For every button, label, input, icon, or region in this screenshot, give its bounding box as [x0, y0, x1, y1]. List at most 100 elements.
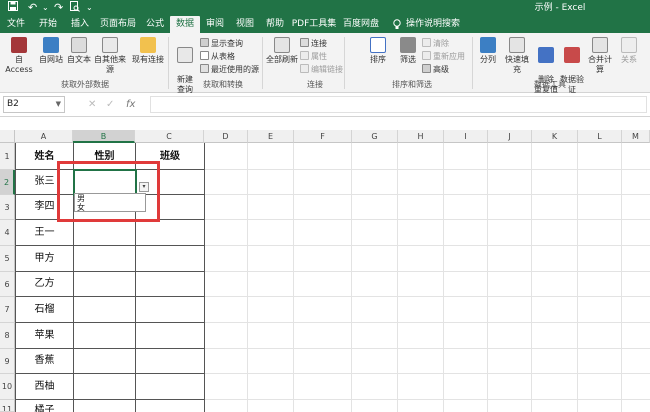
row-header-9[interactable]: 9: [0, 349, 15, 374]
column-header-a[interactable]: A: [15, 130, 73, 143]
refresh-icon: [274, 37, 290, 53]
connections-icon: [300, 38, 309, 47]
row-header-10[interactable]: 10: [0, 374, 15, 400]
tab-pdf-tools[interactable]: PDF工具集: [290, 16, 338, 33]
clear-filter-button: 清除: [422, 38, 449, 49]
flash-fill-icon: [509, 37, 525, 53]
tab-home[interactable]: 开始: [32, 16, 64, 33]
lightbulb-icon[interactable]: [390, 16, 404, 33]
column-header-c[interactable]: C: [135, 130, 204, 143]
tab-page-layout[interactable]: 页面布局: [96, 16, 140, 33]
name-cell[interactable]: 王一: [16, 220, 73, 245]
consolidate-button[interactable]: 合并计算: [585, 37, 615, 75]
select-all-corner[interactable]: [0, 130, 15, 143]
group-label-get-external: 获取外部数据: [61, 80, 109, 89]
text-to-columns-icon: [480, 37, 496, 53]
tab-view[interactable]: 视图: [230, 16, 260, 33]
show-queries-button[interactable]: 显示查询: [200, 38, 243, 49]
relationships-icon: [621, 37, 637, 53]
from-table-button[interactable]: 从表格: [200, 51, 235, 62]
name-box[interactable]: B2 ▼: [3, 96, 65, 113]
filter-button[interactable]: 筛选: [396, 37, 420, 65]
table-icon: [200, 51, 209, 60]
clear-icon: [422, 38, 431, 47]
data-validation-icon: [564, 47, 580, 63]
ribbon-data: 自 Access 自网站 自文本 自其他来源 现有连接 获取外部数据 新建 查询…: [0, 33, 650, 94]
existing-connections-button[interactable]: 现有连接: [132, 37, 164, 65]
tab-help[interactable]: 帮助: [260, 16, 290, 33]
access-icon: [11, 37, 27, 53]
column-header-b[interactable]: B: [73, 130, 135, 143]
from-web-button[interactable]: 自网站: [38, 37, 64, 65]
recent-sources-button[interactable]: 最近使用的源: [200, 64, 259, 75]
connections-button[interactable]: 连接: [300, 38, 327, 49]
tab-formulas[interactable]: 公式: [140, 16, 170, 33]
row-header-5[interactable]: 5: [0, 246, 15, 272]
from-access-button[interactable]: 自 Access: [2, 37, 36, 75]
tab-review[interactable]: 审阅: [200, 16, 230, 33]
from-other-sources-button[interactable]: 自其他来源: [92, 37, 128, 75]
formula-input[interactable]: [150, 96, 647, 113]
insert-function-icon[interactable]: fx: [126, 97, 135, 112]
remove-duplicates-icon: [538, 47, 554, 63]
name-cell[interactable]: 橘子: [16, 400, 73, 412]
advanced-filter-button[interactable]: 高级: [422, 64, 449, 75]
gridline: [487, 143, 488, 412]
edit-links-button: 编辑链接: [300, 64, 343, 75]
row-header-6[interactable]: 6: [0, 272, 15, 297]
column-header-e[interactable]: E: [248, 130, 294, 143]
name-cell[interactable]: 苹果: [16, 323, 73, 348]
row-header-11[interactable]: 11: [0, 400, 15, 412]
row-header-1[interactable]: 1: [0, 143, 15, 170]
row-header-2[interactable]: 2: [0, 170, 15, 195]
ribbon-tabs: 文件 开始 插入 页面布局 公式 数据 审阅 视图 帮助 PDF工具集 百度网盘…: [0, 16, 650, 33]
group-label-sort-filter: 排序和筛选: [392, 80, 432, 89]
row-header-7[interactable]: 7: [0, 297, 15, 323]
name-cell[interactable]: 西柚: [16, 374, 73, 399]
row-header-8[interactable]: 8: [0, 323, 15, 349]
column-header-m[interactable]: M: [622, 130, 650, 143]
group-separator: [472, 37, 473, 89]
new-query-icon: [177, 47, 193, 63]
from-text-button[interactable]: 自文本: [66, 37, 92, 65]
web-icon: [43, 37, 59, 53]
gridline: [293, 143, 294, 412]
worksheet-grid: A B C D E F G H I J K L M 1 2 3 4 5 6 7 …: [0, 130, 650, 412]
name-cell[interactable]: 香蕉: [16, 349, 73, 373]
tab-insert[interactable]: 插入: [64, 16, 96, 33]
tab-baidu-netdisk[interactable]: 百度网盘: [338, 16, 384, 33]
column-header-i[interactable]: I: [444, 130, 488, 143]
gridline: [621, 143, 622, 412]
enter-icon[interactable]: ✓: [106, 97, 114, 112]
column-header-d[interactable]: D: [204, 130, 248, 143]
reapply-icon: [422, 51, 431, 60]
tell-me-search[interactable]: 操作说明搜索: [404, 16, 462, 33]
title-bar: ↶ ⌄ ↷ ⌄ 示例 - Excel: [0, 0, 650, 16]
tab-data[interactable]: 数据: [170, 16, 200, 33]
flash-fill-button[interactable]: 快速填充: [502, 37, 532, 75]
row-header-3[interactable]: 3: [0, 195, 15, 220]
table-border: [204, 143, 205, 412]
name-cell[interactable]: 乙方: [16, 272, 73, 296]
name-cell[interactable]: 甲方: [16, 246, 73, 271]
text-to-columns-button[interactable]: 分列: [476, 37, 500, 65]
other-sources-icon: [102, 37, 118, 53]
cancel-icon[interactable]: ✕: [88, 97, 96, 112]
column-header-g[interactable]: G: [352, 130, 398, 143]
existing-connections-icon: [140, 37, 156, 53]
sort-button[interactable]: 排序: [366, 37, 390, 65]
properties-icon: [300, 51, 309, 60]
column-header-h[interactable]: H: [398, 130, 444, 143]
name-cell[interactable]: 石榴: [16, 297, 73, 322]
group-label-get-transform: 获取和转换: [203, 80, 243, 89]
column-header-j[interactable]: J: [488, 130, 532, 143]
column-header-l[interactable]: L: [578, 130, 622, 143]
column-header-k[interactable]: K: [532, 130, 578, 143]
recent-sources-icon: [200, 64, 209, 73]
column-header-f[interactable]: F: [294, 130, 352, 143]
chevron-down-icon[interactable]: ▼: [56, 97, 61, 112]
refresh-all-button[interactable]: 全部刷新: [266, 37, 298, 65]
group-separator: [262, 37, 263, 89]
tab-file[interactable]: 文件: [0, 16, 32, 33]
row-header-4[interactable]: 4: [0, 220, 15, 246]
